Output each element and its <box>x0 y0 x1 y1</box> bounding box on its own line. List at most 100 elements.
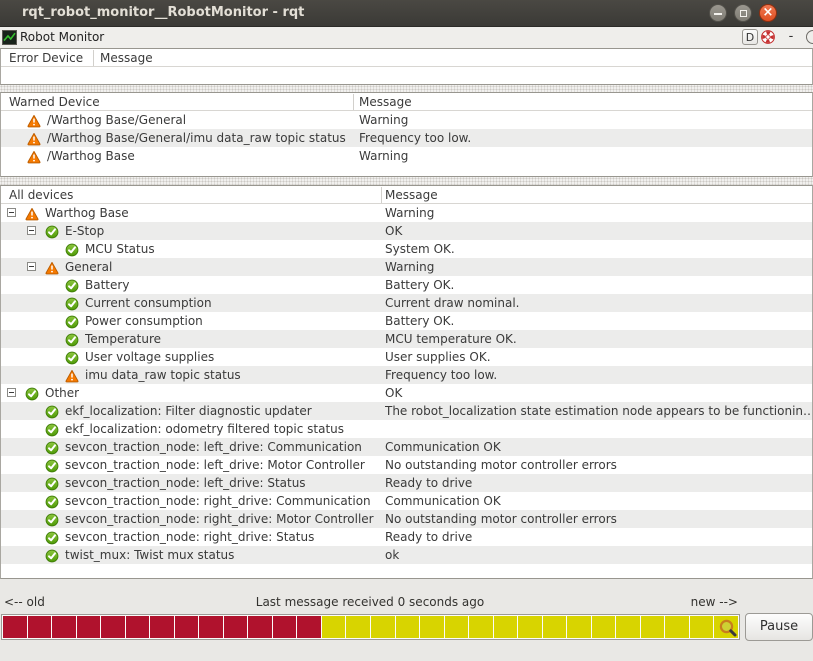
title-bar[interactable]: rqt_robot_monitor__RobotMonitor - rqt × <box>0 0 813 27</box>
tree-row[interactable]: MCU StatusSystem OK. <box>1 240 812 258</box>
timeline-cell[interactable] <box>126 616 150 638</box>
pause-button[interactable]: Pause <box>745 613 813 641</box>
timeline-cell[interactable] <box>518 616 542 638</box>
timeline-cell[interactable] <box>616 616 640 638</box>
ok-icon <box>45 548 59 562</box>
warned-table-row[interactable]: /Warthog BaseWarning <box>1 147 812 165</box>
error-device-column-header[interactable]: Error Device <box>9 51 83 65</box>
reload-plugin-icon[interactable] <box>760 29 776 49</box>
tree-row[interactable]: TemperatureMCU temperature OK. <box>1 330 812 348</box>
tree-row[interactable]: Current consumptionCurrent draw nominal. <box>1 294 812 312</box>
tree-row[interactable]: sevcon_traction_node: right_drive: Commu… <box>1 492 812 510</box>
timeline-cell[interactable] <box>52 616 76 638</box>
timeline-cell[interactable] <box>28 616 52 638</box>
collapse-expander-icon[interactable] <box>7 388 16 397</box>
ok-icon <box>45 530 59 544</box>
collapse-expander-icon[interactable] <box>27 262 36 271</box>
column-divider[interactable] <box>353 94 354 110</box>
ok-icon <box>65 332 79 346</box>
tree-row[interactable]: E-StopOK <box>1 222 812 240</box>
tree-row[interactable]: User voltage suppliesUser supplies OK. <box>1 348 812 366</box>
timeline-cell[interactable] <box>567 616 591 638</box>
ok-icon <box>45 224 59 238</box>
timeline-cell[interactable] <box>101 616 125 638</box>
tree-row[interactable]: sevcon_traction_node: left_drive: Commun… <box>1 438 812 456</box>
timeline-cell[interactable] <box>494 616 518 638</box>
window-minimize-button[interactable] <box>709 4 727 22</box>
timeline-cell[interactable] <box>77 616 101 638</box>
dock-title: Robot Monitor <box>20 30 104 44</box>
tree-row[interactable]: OtherOK <box>1 384 812 402</box>
dock-d-button[interactable]: D <box>742 29 758 45</box>
timeline-cell[interactable] <box>396 616 420 638</box>
warned-message-column-header[interactable]: Message <box>359 95 412 109</box>
timeline-cell[interactable] <box>297 616 321 638</box>
ok-icon <box>45 404 59 418</box>
device-name: ekf_localization: Filter diagnostic upda… <box>65 404 312 418</box>
timeline-cell[interactable] <box>371 616 395 638</box>
window-close-button[interactable]: × <box>759 4 777 22</box>
timeline-cells <box>3 616 738 638</box>
tree-header[interactable]: All devices Message <box>1 186 812 204</box>
warned-device-message: Frequency too low. <box>359 131 810 145</box>
warned-device-column-header[interactable]: Warned Device <box>9 95 100 109</box>
warned-device-name: /Warthog Base/General/imu data_raw topic… <box>47 131 346 145</box>
minimize-icon <box>714 13 722 15</box>
all-devices-column-header[interactable]: All devices <box>9 188 73 202</box>
tree-row[interactable]: sevcon_traction_node: left_drive: Motor … <box>1 456 812 474</box>
tree-row[interactable]: Power consumptionBattery OK. <box>1 312 812 330</box>
device-name: Other <box>45 386 79 400</box>
timeline-cell[interactable] <box>420 616 444 638</box>
tree-message-column-header[interactable]: Message <box>385 188 438 202</box>
timeline-cell[interactable] <box>469 616 493 638</box>
error-message-column-header[interactable]: Message <box>100 51 153 65</box>
timeline-cell[interactable] <box>543 616 567 638</box>
tree-row[interactable]: imu data_raw topic statusFrequency too l… <box>1 366 812 384</box>
warned-table-header[interactable]: Warned Device Message <box>1 93 812 111</box>
tree-row[interactable]: ekf_localization: odometry filtered topi… <box>1 420 812 438</box>
timeline-cell[interactable] <box>3 616 27 638</box>
timeline-cell[interactable] <box>273 616 297 638</box>
timeline-bar[interactable] <box>1 614 740 640</box>
timeline-cell[interactable] <box>665 616 689 638</box>
tree-row[interactable]: twist_mux: Twist mux statusok <box>1 546 812 564</box>
splitter-handle[interactable] <box>0 177 813 185</box>
timeline-cell[interactable] <box>346 616 370 638</box>
tree-row[interactable]: BatteryBattery OK. <box>1 276 812 294</box>
timeline-cell[interactable] <box>641 616 665 638</box>
timeline-cell[interactable] <box>224 616 248 638</box>
tree-row[interactable]: Warthog BaseWarning <box>1 204 812 222</box>
robot-monitor-plugin-icon <box>2 30 17 49</box>
timeline-cell[interactable] <box>175 616 199 638</box>
device-message: Warning <box>385 260 810 274</box>
magnifier-icon[interactable] <box>718 618 738 638</box>
splitter-handle[interactable] <box>0 85 813 92</box>
tree-row[interactable]: sevcon_traction_node: right_drive: Motor… <box>1 510 812 528</box>
timeline-cell[interactable] <box>199 616 223 638</box>
timeline-cell[interactable] <box>592 616 616 638</box>
tree-row[interactable]: GeneralWarning <box>1 258 812 276</box>
tree-row[interactable]: sevcon_traction_node: right_drive: Statu… <box>1 528 812 546</box>
warned-table-row[interactable]: /Warthog Base/General/imu data_raw topic… <box>1 129 812 147</box>
dock-minimize-button[interactable]: - <box>785 29 797 44</box>
column-divider[interactable] <box>381 187 382 203</box>
timeline-cell[interactable] <box>690 616 714 638</box>
timeline-cell[interactable] <box>248 616 272 638</box>
device-name: sevcon_traction_node: right_drive: Motor… <box>65 512 374 526</box>
device-message: Ready to drive <box>385 476 810 490</box>
tree-row[interactable]: ekf_localization: Filter diagnostic upda… <box>1 402 812 420</box>
tree-row[interactable]: sevcon_traction_node: left_drive: Status… <box>1 474 812 492</box>
device-message: MCU temperature OK. <box>385 332 810 346</box>
warned-table-row[interactable]: /Warthog Base/GeneralWarning <box>1 111 812 129</box>
error-table-header[interactable]: Error Device Message <box>1 49 812 67</box>
collapse-expander-icon[interactable] <box>7 208 16 217</box>
collapse-expander-icon[interactable] <box>27 226 36 235</box>
timeline-cell[interactable] <box>150 616 174 638</box>
timeline-cell[interactable] <box>322 616 346 638</box>
window-maximize-button[interactable] <box>734 4 752 22</box>
dock-close-button[interactable] <box>806 30 813 44</box>
timeline-cell[interactable] <box>445 616 469 638</box>
column-divider[interactable] <box>93 50 94 66</box>
warning-icon <box>27 149 41 163</box>
ok-icon <box>65 296 79 310</box>
